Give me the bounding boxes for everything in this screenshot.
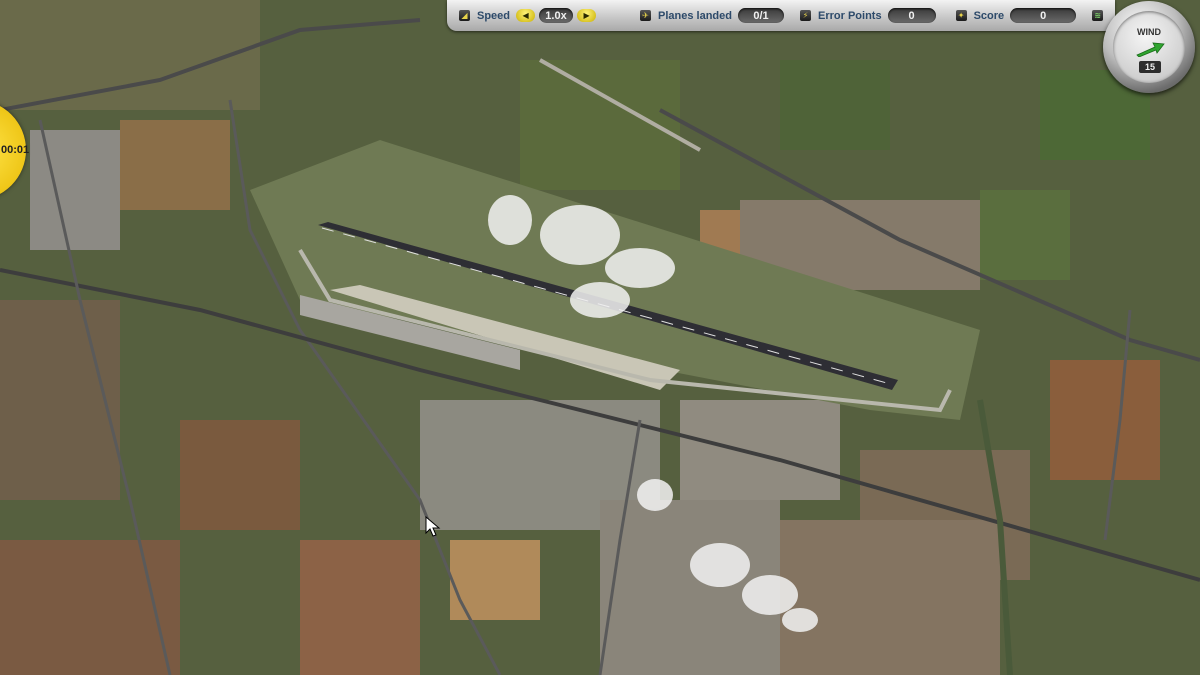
wind-indicator: WIND 15	[1103, 1, 1195, 93]
warning-icon: ⚡	[800, 10, 811, 21]
error-points-label: Error Points	[818, 9, 882, 22]
speed-icon: ◢	[459, 10, 470, 21]
wind-speed-value: 15	[1139, 61, 1161, 73]
plane-icon: ✈	[640, 10, 652, 21]
score-label: Score	[973, 9, 1005, 22]
timer-value: 00:01	[1, 144, 30, 156]
score-icon: ✦	[955, 10, 967, 21]
planes-landed-label: Planes landed	[658, 9, 732, 22]
mouse-cursor-icon	[425, 516, 441, 537]
speed-increase-button[interactable]: ▶	[577, 9, 597, 22]
aerial-map[interactable]	[0, 0, 1200, 675]
error-points-value: 0	[887, 8, 936, 23]
wind-label: WIND	[1137, 27, 1161, 37]
planes-landed-value: 0/1	[738, 8, 784, 23]
score-value: 0	[1010, 8, 1077, 23]
speed-value: 1.0x	[539, 8, 574, 23]
wind-direction-arrow-icon	[1136, 42, 1165, 57]
wind-dial: WIND 15	[1113, 11, 1185, 83]
top-hud-bar: ◢ Speed ◀ 1.0x ▶ ✈ Planes landed 0/1 ⚡ E…	[447, 0, 1115, 31]
speed-decrease-button[interactable]: ◀	[516, 9, 536, 22]
speed-label: Speed	[477, 9, 511, 22]
menu-icon[interactable]: ≋	[1092, 10, 1104, 21]
